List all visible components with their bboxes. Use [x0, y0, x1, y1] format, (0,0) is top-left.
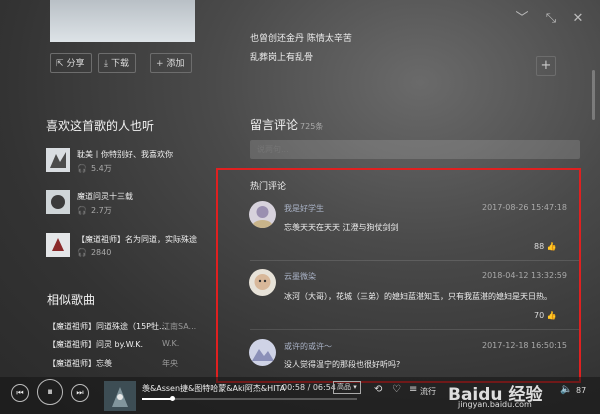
similar-song-title[interactable]: 【魔道祖师】问灵 by.W.K. — [48, 339, 143, 350]
playlist-cover — [46, 190, 70, 214]
equalizer-icon[interactable]: ≡ — [409, 384, 417, 395]
similar-song-artist[interactable]: 江南SA... — [162, 321, 196, 332]
previous-button[interactable]: ⏮ — [11, 384, 29, 402]
scrollbar[interactable] — [592, 70, 595, 120]
baidu-watermark-url: jingyan.baidu.com — [458, 400, 532, 409]
plus-icon: + — [156, 59, 164, 69]
quality-selector[interactable]: 高品 ▾ — [333, 381, 361, 394]
pause-button[interactable]: ⏸ — [37, 379, 63, 405]
now-playing-title[interactable]: 羡&Assen捷&图特哈蒙&Aki阿杰&HITA — [142, 383, 285, 394]
headphones-icon: 🎧 — [77, 248, 87, 257]
headphones-icon: 🎧 — [77, 164, 87, 173]
comment-input[interactable] — [250, 140, 580, 159]
loop-mode-icon[interactable]: ⟲ — [374, 384, 382, 395]
play-count: 5.4万 — [90, 164, 112, 173]
progress-bar[interactable] — [142, 396, 357, 401]
next-button[interactable]: ⏭ — [71, 384, 89, 402]
pause-icon: ⏸ — [47, 385, 53, 398]
now-playing-cover[interactable] — [104, 381, 136, 411]
play-count: 2.7万 — [90, 206, 112, 215]
quality-label: 高品 — [337, 383, 351, 391]
volume-level: 87 — [576, 386, 587, 395]
lyric-line: 也曾创还金丹 陈情太辛苦 — [250, 34, 352, 44]
recommend-item-plays: 🎧 2840 — [77, 248, 111, 257]
music-player-window: ﹀ ⤡ ✕ 也曾创还金丹 陈情太辛苦 乱葬岗上有乱骨 ⇱ 分享 ⤓ 下载 + 添加 +… — [0, 0, 600, 414]
recommend-item-title: 魔道问灵十三载 — [77, 192, 133, 201]
download-label: 下载 — [110, 59, 129, 69]
album-cover-thumbnail — [50, 0, 195, 42]
shrink-window-icon[interactable]: ⤡ — [542, 10, 560, 28]
download-icon: ⤓ — [104, 59, 108, 69]
share-button[interactable]: ⇱ 分享 — [50, 53, 92, 73]
recommend-item-plays: 🎧 5.4万 — [77, 163, 112, 174]
minimize-icon[interactable]: ﹀ — [513, 10, 531, 28]
volume-icon[interactable]: 🔈 — [560, 384, 572, 395]
recommend-item-title: 耽美丨你特别好、我喜欢你 — [77, 150, 173, 159]
similar-song-title[interactable]: 【魔道祖师】同道殊途（15P牡... — [48, 321, 167, 332]
sound-mode-label[interactable]: 流行 — [420, 386, 436, 397]
recommend-item-plays: 🎧 2.7万 — [77, 205, 112, 216]
comments-title-text: 留言评论 — [250, 118, 299, 132]
playback-time: 00:58 / 06:54 — [282, 383, 336, 392]
similar-song-artist[interactable]: 年央 — [162, 358, 178, 369]
next-icon: ⏭ — [76, 388, 84, 397]
similar-song-title[interactable]: 【魔道祖师】忘羡 — [48, 358, 112, 369]
comments-title: 留言评论 725条 — [250, 116, 323, 133]
recommend-title: 喜欢这首歌的人也听 — [46, 119, 155, 133]
playlist-cover — [46, 148, 70, 172]
like-song-icon[interactable]: ♡ — [392, 384, 401, 395]
similar-song-artist[interactable]: W.K. — [162, 339, 179, 348]
highlight-box — [216, 168, 581, 383]
lyric-line: 乱葬岗上有乱骨 — [250, 53, 314, 63]
similar-songs-title: 相似歌曲 — [47, 293, 96, 307]
share-label: 分享 — [66, 59, 85, 69]
recommend-item-title: 【魔道祖师】名为同道，实际殊途 — [77, 235, 197, 244]
play-count: 2840 — [90, 248, 112, 257]
expand-plus-button[interactable]: + — [536, 56, 556, 76]
headphones-icon: 🎧 — [77, 206, 87, 215]
share-icon: ⇱ — [56, 59, 64, 69]
previous-icon: ⏮ — [16, 388, 24, 397]
comments-count: 725条 — [300, 122, 324, 131]
download-button[interactable]: ⤓ 下载 — [98, 53, 136, 73]
add-label: 添加 — [166, 59, 185, 69]
close-icon[interactable]: ✕ — [569, 10, 587, 28]
playlist-cover — [46, 233, 70, 257]
progress-fill — [142, 398, 173, 400]
add-button[interactable]: + 添加 — [150, 53, 192, 73]
